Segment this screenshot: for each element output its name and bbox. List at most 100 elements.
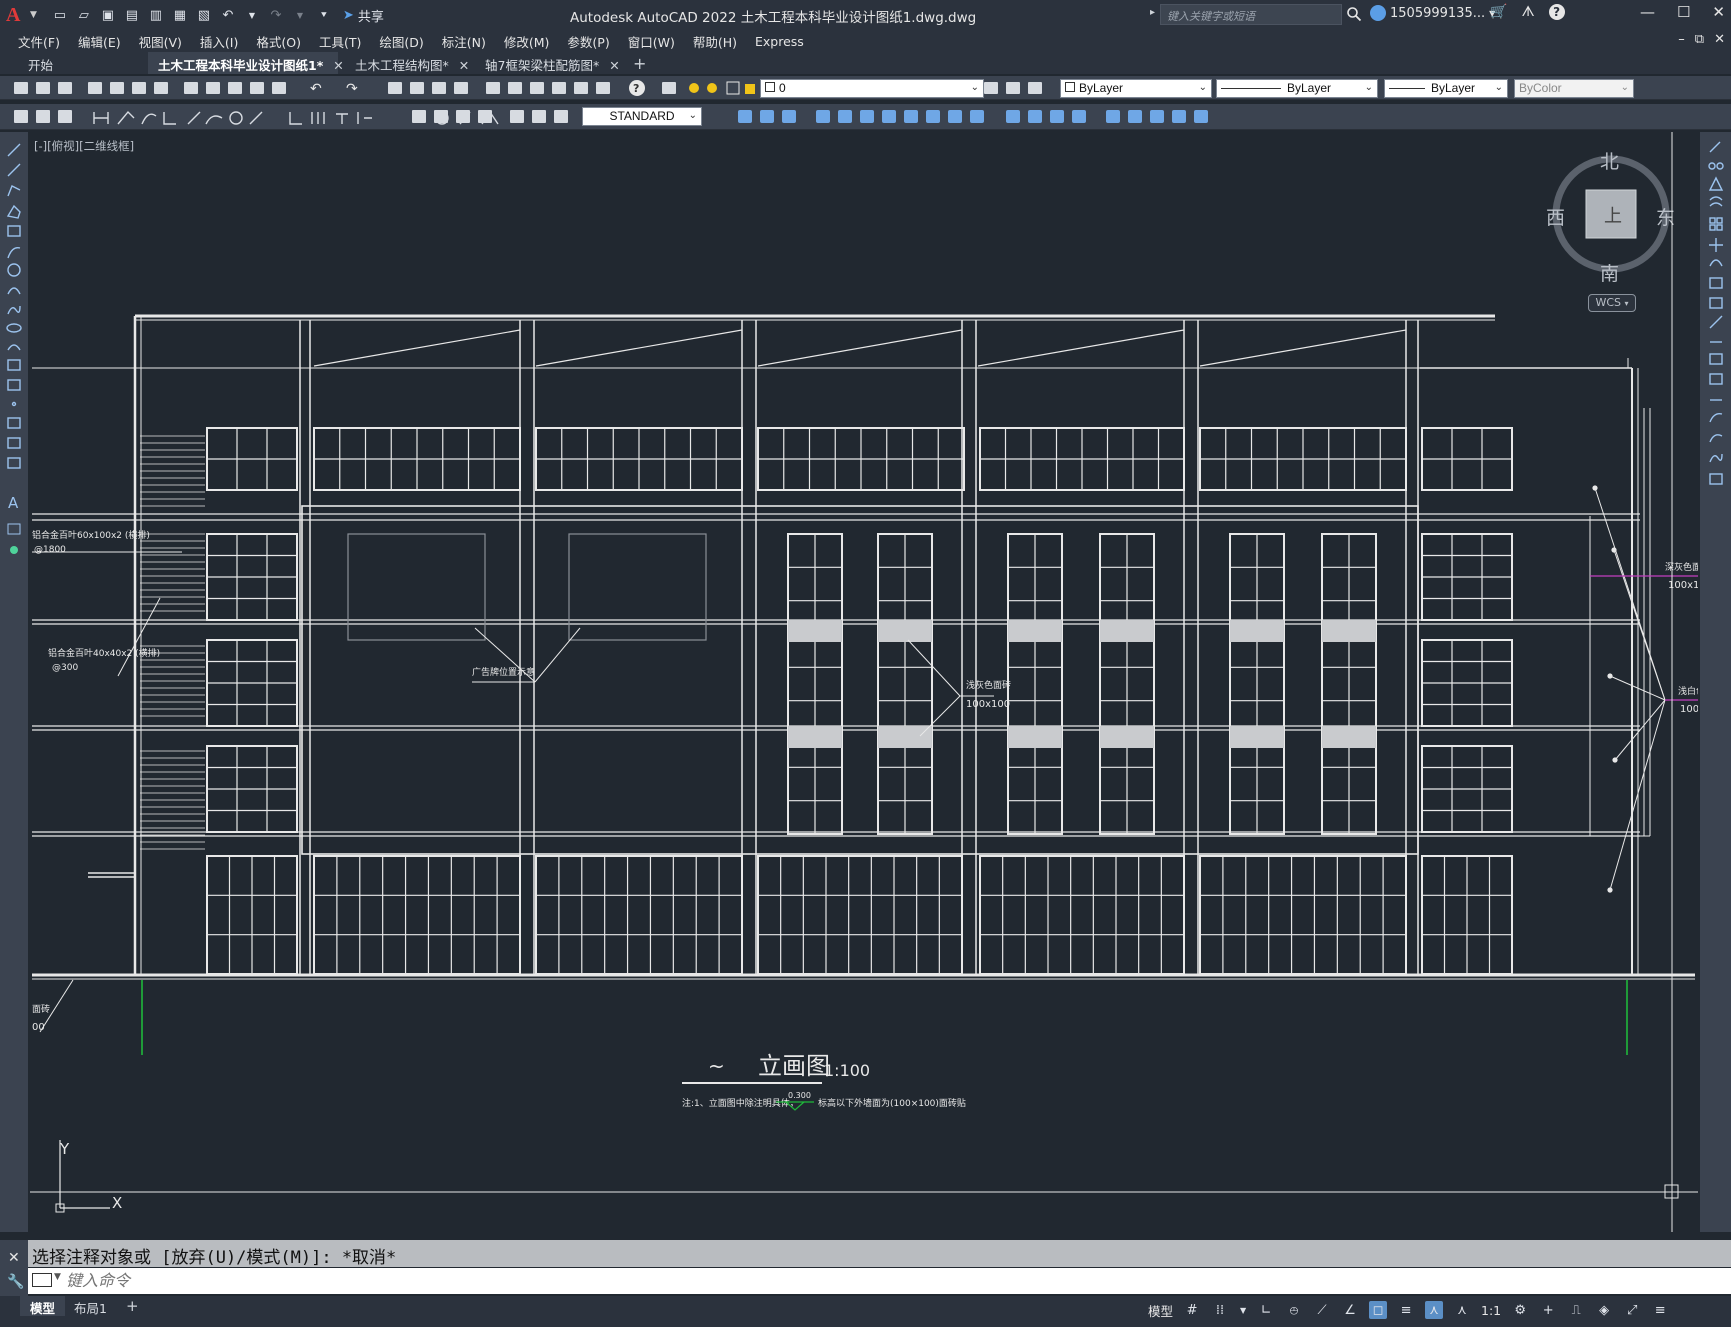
text-style-dropdown[interactable]: STANDARD ⌄ xyxy=(582,107,702,126)
gear-icon[interactable]: ⚙ xyxy=(1511,1301,1529,1319)
layout-tab-model[interactable]: 模型 xyxy=(20,1296,66,1316)
save-web-icon[interactable]: ▦ xyxy=(171,6,189,24)
menu-dimension[interactable]: 标注(N) xyxy=(442,32,486,51)
autocad-logo-icon[interactable]: A xyxy=(6,4,28,26)
menu-insert[interactable]: 插入(I) xyxy=(200,32,238,51)
tab-close-icon[interactable]: ✕ xyxy=(459,58,469,73)
search-icon[interactable] xyxy=(1346,6,1362,22)
menu-edit[interactable]: 编辑(E) xyxy=(78,32,121,51)
new-tab-icon[interactable]: + xyxy=(633,54,646,73)
search-expand-icon[interactable]: ▸ xyxy=(1150,7,1155,18)
tab-drawing-1[interactable]: 土木工程本科毕业设计图纸1* ✕ xyxy=(148,52,344,74)
layout-tab-label: 模型 xyxy=(30,1301,56,1316)
autodesk-app-icon[interactable]: ᗑ xyxy=(1521,4,1534,20)
menu-window[interactable]: 窗口(W) xyxy=(628,32,675,51)
doc-restore-icon[interactable]: ⧉ xyxy=(1695,32,1704,47)
wcs-menu[interactable]: WCS ▾ xyxy=(1588,294,1636,312)
grid-icon[interactable]: # xyxy=(1183,1301,1201,1319)
menu-help[interactable]: 帮助(H) xyxy=(693,32,737,51)
color-dropdown[interactable]: ByLayer ⌄ xyxy=(1060,79,1212,98)
add-icon[interactable]: + xyxy=(1539,1301,1557,1319)
draw-tools-icons[interactable]: A xyxy=(0,138,28,578)
fullscreen-icon[interactable]: ⤢ xyxy=(1623,1301,1641,1319)
drawing-canvas[interactable]: [-][俯视][二维线框] 上 北 南 西 东 铝合金百叶60x100x2 (横 xyxy=(30,132,1698,1232)
tab-close-icon[interactable]: ✕ xyxy=(333,58,343,73)
menu-modify[interactable]: 修改(M) xyxy=(504,32,550,51)
text-style-value: STANDARD xyxy=(609,109,675,123)
command-recent-dropdown-icon[interactable]: ▼ xyxy=(54,1272,61,1282)
isodraft-icon[interactable]: ⟋ xyxy=(1313,1301,1331,1319)
snap-dropdown-icon[interactable]: ▼ xyxy=(1239,1301,1247,1319)
save-as-icon[interactable]: ▤ xyxy=(123,6,141,24)
osnap-icon[interactable]: ◻ xyxy=(1369,1301,1388,1319)
quick-access-toolbar: ▭ ▱ ▣ ▤ ▥ ▦ ▧ ↶ ▼ ↷ ▼ ⯆ ➤ 共享 xyxy=(51,6,384,25)
annotation-visibility-icon[interactable]: ⋏ xyxy=(1425,1301,1444,1319)
units-icon[interactable]: ⎍ xyxy=(1567,1301,1585,1319)
ucs-y-label: Y xyxy=(59,1140,70,1158)
plotstyle-dropdown[interactable]: ByColor ⌄ xyxy=(1514,79,1634,98)
user-account[interactable]: 1505999135... ▼ xyxy=(1370,5,1495,21)
menu-file[interactable]: 文件(F) xyxy=(18,32,60,51)
command-prompt-icon[interactable] xyxy=(32,1273,52,1287)
command-input-row: ▼ xyxy=(28,1268,1731,1294)
app-menu-chevron-icon[interactable]: ▼ xyxy=(30,10,37,20)
layer-dropdown[interactable]: 0 ⌄ xyxy=(760,79,984,98)
lineweight-dropdown[interactable]: ByLayer ⌄ xyxy=(1384,79,1508,98)
menu-parametric[interactable]: 参数(P) xyxy=(567,32,609,51)
command-close-icon[interactable]: ✕ xyxy=(8,1250,20,1266)
dimension-toolbar: STANDARD ⌄ xyxy=(0,104,1731,130)
annotation-bottom-left: 面砖 xyxy=(32,1003,50,1015)
status-tools: 模型 # ⁞⁞ ▼ ∟ ⦺ ⟋ ∠ ◻ ≡ ⋏ ⋏ 1:1 ⚙ + ⎍ ◈ ⤢ … xyxy=(1148,1296,1669,1324)
help-search-input[interactable]: 键入关键字或短语 xyxy=(1160,4,1342,25)
help-icon[interactable]: ? xyxy=(1548,4,1565,20)
command-input[interactable] xyxy=(66,1269,1666,1291)
menu-draw[interactable]: 绘图(D) xyxy=(379,32,423,51)
window-controls: — ☐ ✕ xyxy=(1640,3,1725,21)
customization-icon[interactable]: ≡ xyxy=(1651,1301,1669,1319)
ortho-icon[interactable]: ∟ xyxy=(1257,1301,1275,1319)
lineweight-icon[interactable]: ≡ xyxy=(1397,1301,1415,1319)
plot-icon[interactable]: ▧ xyxy=(195,6,213,24)
annotation-scale[interactable]: 1:1 xyxy=(1481,1303,1501,1318)
undo-icon[interactable]: ↶ xyxy=(219,6,237,24)
redo-icon[interactable]: ↷ xyxy=(267,6,285,24)
annotation-right-2b: 100 xyxy=(1680,704,1698,715)
modify-tools-icons[interactable] xyxy=(1700,138,1731,558)
menu-view[interactable]: 视图(V) xyxy=(139,32,182,51)
new-file-icon[interactable]: ▭ xyxy=(51,6,69,24)
minimize-icon[interactable]: — xyxy=(1640,3,1655,21)
snap-icon[interactable]: ⁞⁞ xyxy=(1211,1301,1229,1319)
viewcube-compass[interactable]: 上 北 南 西 东 xyxy=(1546,151,1675,285)
tab-start[interactable]: 开始 xyxy=(18,52,144,74)
cart-icon[interactable]: 🛒 xyxy=(1490,4,1507,20)
open-file-icon[interactable]: ▱ xyxy=(75,6,93,24)
redo-dropdown-icon[interactable]: ▼ xyxy=(291,6,309,24)
auto-scale-icon[interactable]: ⋏ xyxy=(1453,1301,1471,1319)
command-customize-icon[interactable]: 🔧 xyxy=(7,1274,24,1290)
tab-beam-column[interactable]: 轴7框架梁柱配筋图* ✕ xyxy=(475,52,625,74)
undo-dropdown-icon[interactable]: ▼ xyxy=(243,6,261,24)
layout-tab-layout1[interactable]: 布局1 xyxy=(64,1296,117,1316)
customize-qat-icon[interactable]: ⯆ xyxy=(315,6,333,24)
menu-tools[interactable]: 工具(T) xyxy=(319,32,361,51)
close-icon[interactable]: ✕ xyxy=(1712,3,1725,21)
osnap-track-icon[interactable]: ∠ xyxy=(1341,1301,1359,1319)
model-space-button[interactable]: 模型 xyxy=(1148,1301,1173,1320)
linetype-dropdown[interactable]: ByLayer ⌄ xyxy=(1216,79,1378,98)
dimension-toolbar-icons[interactable] xyxy=(0,104,1731,130)
title-bar: A ▼ ▭ ▱ ▣ ▤ ▥ ▦ ▧ ↶ ▼ ↷ ▼ ⯆ ➤ 共享 Autodesk… xyxy=(0,0,1731,30)
menu-format[interactable]: 格式(O) xyxy=(256,32,301,51)
annotation-right-2: 浅白色 xyxy=(1678,685,1698,697)
open-web-icon[interactable]: ▥ xyxy=(147,6,165,24)
tab-structure[interactable]: 土木工程结构图* ✕ xyxy=(345,52,469,74)
add-layout-icon[interactable]: + xyxy=(126,1297,139,1315)
save-icon[interactable]: ▣ xyxy=(99,6,117,24)
share-button[interactable]: ➤ 共享 xyxy=(343,6,384,25)
menu-express[interactable]: Express xyxy=(755,34,804,49)
isolate-icon[interactable]: ◈ xyxy=(1595,1301,1613,1319)
doc-close-icon[interactable]: ✕ xyxy=(1714,32,1725,47)
maximize-icon[interactable]: ☐ xyxy=(1677,3,1690,21)
tab-close-icon[interactable]: ✕ xyxy=(609,58,619,73)
polar-icon[interactable]: ⦺ xyxy=(1285,1301,1303,1319)
doc-minimize-icon[interactable]: – xyxy=(1678,32,1685,47)
